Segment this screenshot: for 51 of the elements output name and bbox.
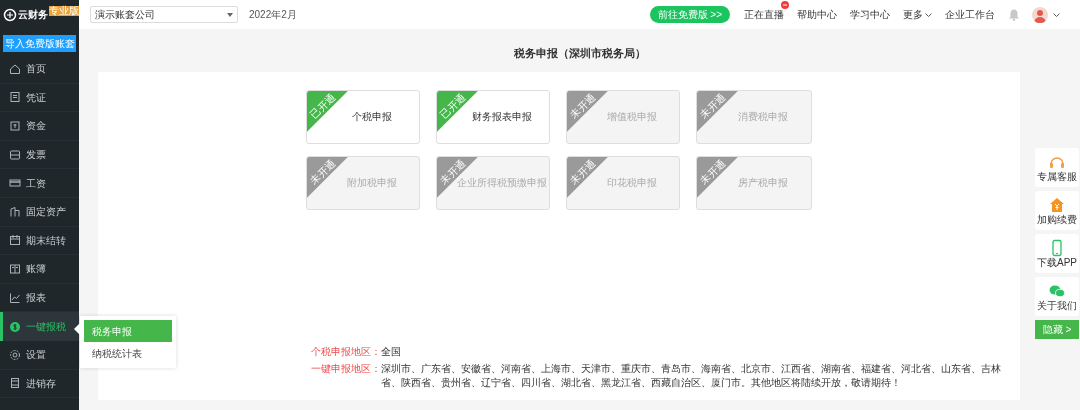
side-widget[interactable]: 下载APP xyxy=(1035,234,1079,273)
submenu-item[interactable]: 纳税统计表 xyxy=(84,342,172,364)
sidebar-item[interactable]: 期末结转 xyxy=(0,226,79,256)
menu-item-icon xyxy=(9,320,21,333)
sidebar-item[interactable]: 发票 xyxy=(0,140,79,170)
logo-text: 云财务 xyxy=(18,8,48,22)
sidebar-item[interactable]: 凭证 xyxy=(0,83,79,113)
edition-badge: 专业版 xyxy=(49,5,79,16)
menu-item-icon xyxy=(9,91,21,104)
region-label: 个税申报地区： xyxy=(310,344,381,359)
service-name: 个税申报 xyxy=(351,110,392,124)
sidebar-item[interactable]: 账簿 xyxy=(0,255,79,284)
side-widget[interactable]: 加购续费 xyxy=(1035,191,1079,230)
menu-item-icon xyxy=(9,234,21,247)
menu-item-icon xyxy=(9,205,21,218)
sidebar-item[interactable]: 设置 xyxy=(0,340,79,370)
chevron-down-icon xyxy=(925,12,932,17)
menu-item-icon xyxy=(9,291,21,304)
region-list: 全国 xyxy=(380,344,401,359)
side-widget[interactable]: 关于我们 xyxy=(1035,277,1079,316)
nav-link[interactable]: 学习中心 xyxy=(850,7,890,22)
sidebar-item[interactable]: 进销存 xyxy=(0,369,79,399)
side-widget[interactable]: 专属客服 xyxy=(1035,148,1079,187)
period-text: 2022年2月 xyxy=(249,8,297,22)
sidebar-item[interactable]: 资金 xyxy=(0,112,79,141)
nav-link[interactable]: 帮助中心 xyxy=(797,7,837,22)
sidebar-item[interactable]: 工资 xyxy=(0,169,79,198)
menu-item-icon xyxy=(9,262,21,275)
page-title: 税务申报（深圳市税务局） xyxy=(513,46,646,61)
region-label: 一键申报地区： xyxy=(310,361,381,376)
menu-item-icon xyxy=(9,62,21,75)
sidebar-item[interactable]: 固定资产 xyxy=(0,197,79,227)
widget-icon xyxy=(1048,196,1066,214)
sidebar-item[interactable]: 首页 xyxy=(0,55,79,84)
menu-item-icon xyxy=(9,377,21,390)
sidebar-item[interactable]: 一键报税 xyxy=(0,312,79,341)
chevron-down-icon[interactable] xyxy=(1053,12,1060,17)
nav-link[interactable]: 正在直播 xyxy=(744,7,784,22)
logo-icon xyxy=(3,7,17,22)
avatar-icon[interactable] xyxy=(1032,6,1048,23)
menu-item-icon xyxy=(9,177,21,190)
service-card[interactable]: 已开通 财务报表申报 xyxy=(435,89,550,144)
menu-item-icon xyxy=(9,120,21,132)
service-card[interactable]: 已开通 个税申报 xyxy=(305,89,420,144)
company-select[interactable]: 演示账套公司 xyxy=(90,6,238,23)
menu-item-icon xyxy=(9,348,21,361)
region-list: 深圳市、广东省、安徽省、河南省、上海市、天津市、重庆市、青岛市、海南省、北京市、江西省、湖南省、福建省、河北省、山东省、吉林省、陕西省、贵州省、辽宁省、四川省、湖北省、黑龙江省、西藏自治区、厦门市。其他地区将陆续开放，敬请期待！ xyxy=(380,361,1006,390)
menu-item-icon xyxy=(9,148,21,161)
nav-link[interactable]: 企业工作台 xyxy=(945,7,995,22)
nav-link[interactable]: 更多 xyxy=(903,7,932,22)
caret-icon xyxy=(227,12,233,17)
